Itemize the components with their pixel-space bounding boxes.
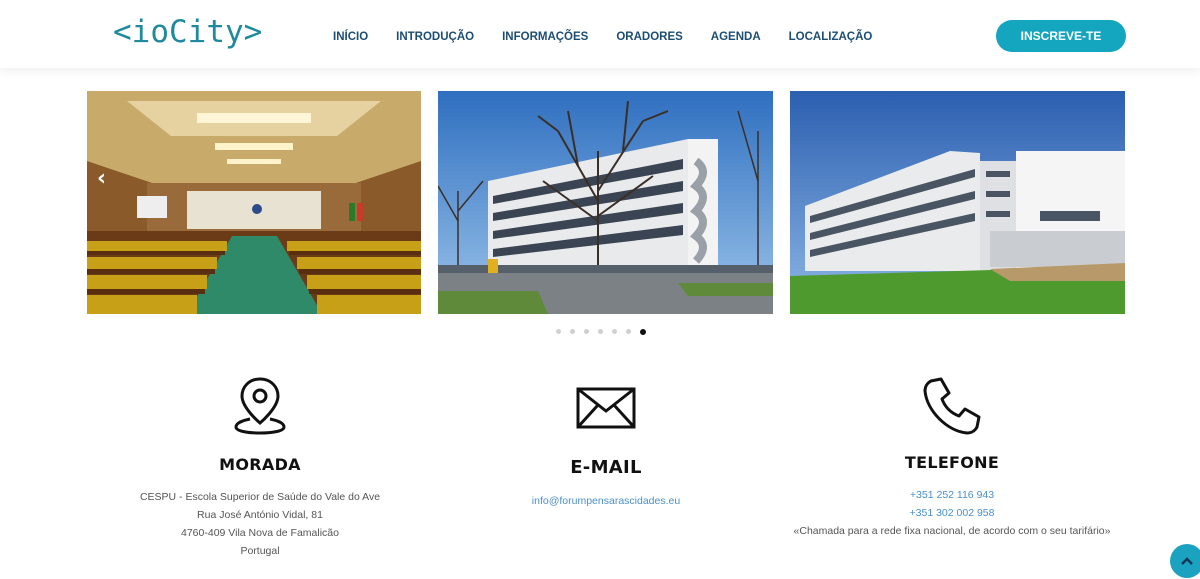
phone-number-2[interactable]: +351 302 002 958 [792, 504, 1112, 522]
building-tree-image [438, 91, 773, 314]
carousel-slide-building-tree[interactable] [438, 91, 773, 314]
carousel-dot-5[interactable] [612, 329, 617, 334]
nav-oradores[interactable]: ORADORES [616, 31, 682, 43]
carousel-slide-building-lawn[interactable] [790, 91, 1125, 314]
carousel-dot-4[interactable] [598, 329, 603, 334]
register-button[interactable]: INSCREVE-TE [996, 20, 1126, 52]
email-section: E-MAIL info@forumpensarascidades.eu [446, 375, 766, 510]
chevron-up-icon [1181, 557, 1193, 565]
address-section: MORADA CESPU - Escola Superior de Saúde … [100, 375, 420, 560]
site-logo[interactable]: <ioCity> [113, 14, 262, 50]
nav-localizacao[interactable]: LOCALIZAÇÃO [789, 31, 873, 43]
nav-inicio[interactable]: INÍCIO [333, 31, 368, 43]
main-nav: INÍCIO INTRODUÇÃO INFORMAÇÕES ORADORES A… [333, 31, 900, 43]
phone-lines: +351 252 116 943 +351 302 002 958 «Chama… [792, 486, 1112, 540]
address-line-2: Rua José António Vidal, 81 [197, 509, 323, 521]
phone-section: TELEFONE +351 252 116 943 +351 302 002 9… [792, 375, 1112, 540]
site-header: <ioCity> INÍCIO INTRODUÇÃO INFORMAÇÕES O… [0, 0, 1200, 68]
phone-icon [923, 377, 981, 435]
address-line-3: 4760-409 Vila Nova de Famalicão [181, 527, 339, 539]
carousel-dot-2[interactable] [570, 329, 575, 334]
nav-introducao[interactable]: INTRODUÇÃO [396, 31, 474, 43]
carousel-dot-7[interactable] [640, 328, 646, 335]
carousel-dots [556, 328, 646, 335]
address-line-1: CESPU - Escola Superior de Saúde do Vale… [139, 491, 381, 503]
address-line-4: Portugal [240, 545, 280, 557]
nav-informacoes[interactable]: INFORMAÇÕES [502, 31, 588, 43]
carousel-dot-6[interactable] [626, 329, 631, 334]
address-title: MORADA [219, 455, 301, 474]
carousel-dot-1[interactable] [556, 329, 561, 334]
scroll-to-top-button[interactable] [1170, 544, 1200, 578]
nav-agenda[interactable]: AGENDA [711, 31, 761, 43]
auditorium-image [87, 91, 421, 314]
building-lawn-image [790, 91, 1125, 314]
image-carousel: ‹ [0, 68, 1200, 348]
phone-number-1[interactable]: +351 252 116 943 [792, 486, 1112, 504]
location-pin-icon [234, 377, 286, 435]
phone-title: TELEFONE [904, 453, 1000, 472]
email-link[interactable]: info@forumpensarascidades.eu [446, 492, 766, 510]
email-lines: info@forumpensarascidades.eu [446, 492, 766, 510]
email-title: E-MAIL [570, 457, 642, 478]
envelope-icon [576, 387, 636, 429]
carousel-dot-3[interactable] [584, 329, 589, 334]
carousel-prev-button[interactable]: ‹ [97, 168, 115, 190]
carousel-slide-auditorium[interactable] [87, 91, 421, 314]
phone-note: «Chamada para a rede fixa nacional, de a… [793, 525, 1111, 537]
address-lines: CESPU - Escola Superior de Saúde do Vale… [100, 488, 420, 560]
